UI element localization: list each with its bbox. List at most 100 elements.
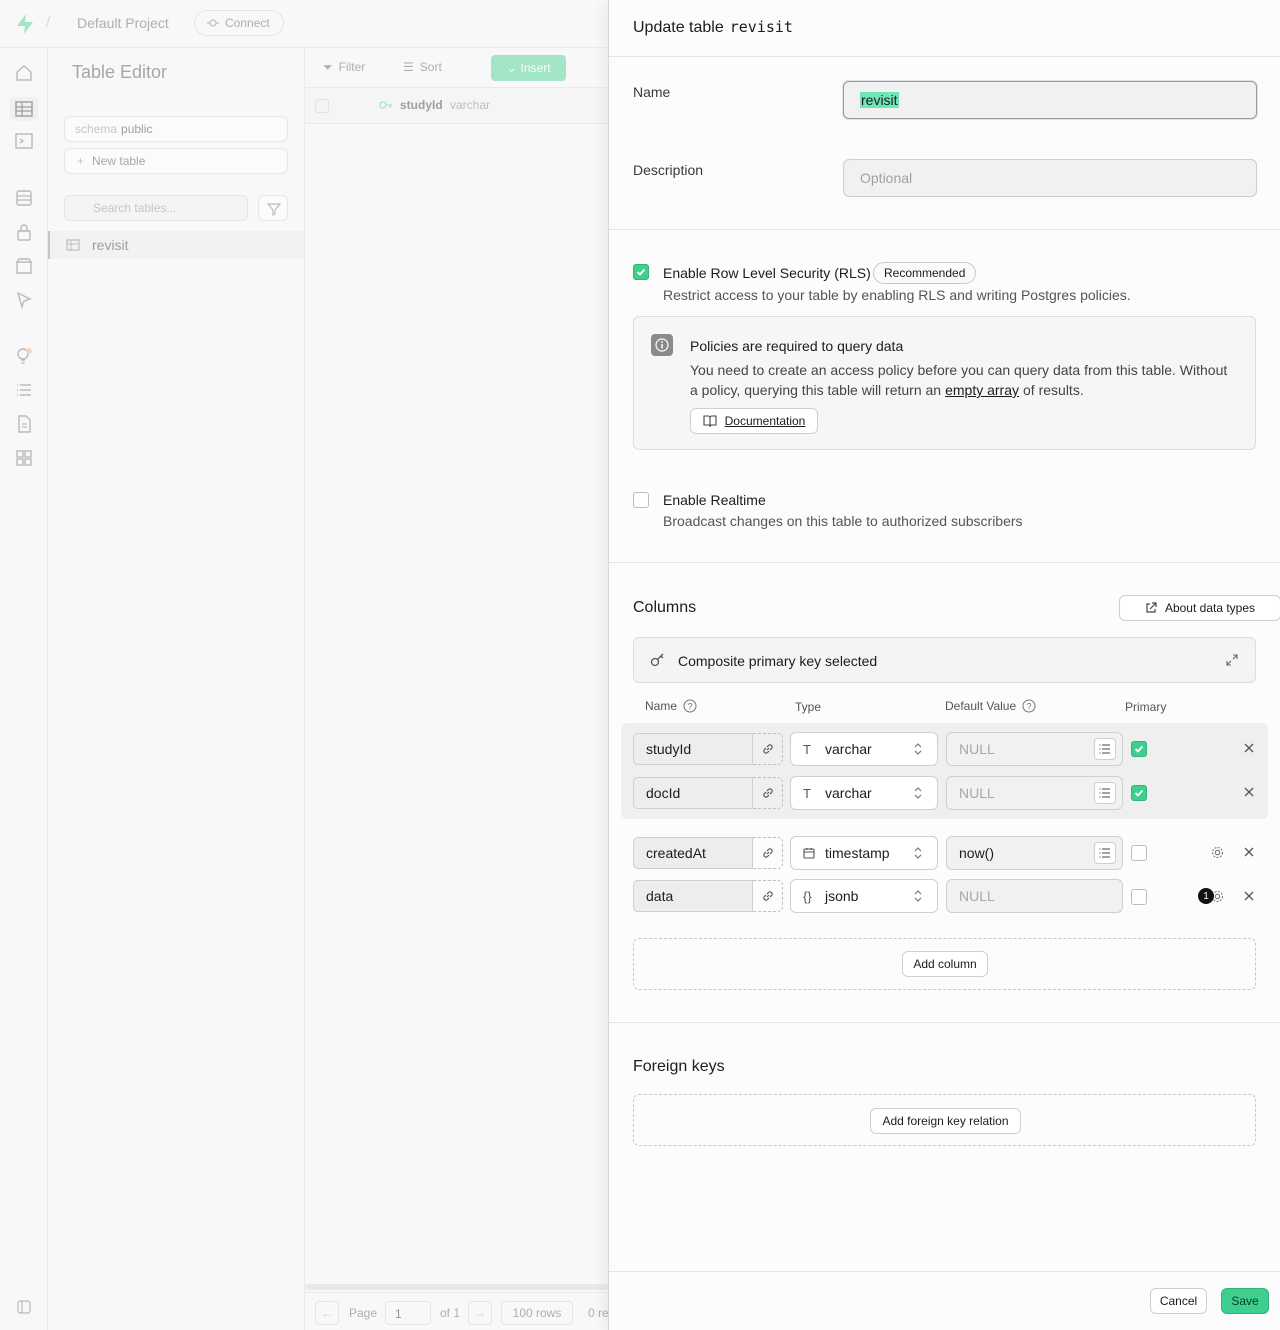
- column-name-input[interactable]: createdAt: [633, 837, 753, 869]
- new-table-button[interactable]: + New table: [64, 148, 288, 174]
- database-icon[interactable]: [14, 188, 34, 208]
- prev-page-icon[interactable]: ←: [315, 1301, 339, 1325]
- column-type-select[interactable]: T varchar: [790, 732, 938, 766]
- column-header-default: Default Value ?: [945, 699, 1036, 713]
- docs-icon[interactable]: [14, 414, 34, 434]
- add-column-button[interactable]: Add column: [902, 951, 988, 977]
- table-editor-icon[interactable]: [10, 97, 38, 121]
- column-type-select[interactable]: timestamp: [790, 836, 938, 870]
- composite-key-notice[interactable]: Composite primary key selected: [633, 637, 1256, 683]
- search-tables-input[interactable]: Search tables...: [64, 195, 248, 221]
- next-page-icon[interactable]: →: [468, 1301, 492, 1325]
- foreign-keys-title: Foreign keys: [633, 1058, 725, 1075]
- home-icon[interactable]: [14, 63, 34, 83]
- chevron-up-down-icon: [913, 846, 937, 860]
- filter-icon: ⏷: [323, 60, 333, 74]
- connect-button[interactable]: Connect: [194, 10, 284, 36]
- list-icon[interactable]: [1094, 842, 1116, 864]
- left-nav-rail: [0, 48, 48, 1330]
- select-all-checkbox[interactable]: [315, 99, 329, 113]
- default-value-input[interactable]: NULL: [946, 776, 1123, 810]
- sidebar-item-revisit[interactable]: revisit: [48, 231, 304, 259]
- foreign-key-link-icon[interactable]: [753, 880, 783, 912]
- check-icon: [1134, 745, 1144, 753]
- record-count-label: 0 re: [588, 1306, 609, 1320]
- insert-button[interactable]: ⌄ Insert: [491, 55, 566, 81]
- remove-column-icon[interactable]: [1243, 846, 1255, 858]
- filter-tables-button[interactable]: [258, 195, 288, 221]
- primary-key-checkbox[interactable]: [1131, 889, 1147, 905]
- page-number-input[interactable]: 1: [385, 1301, 431, 1325]
- realtime-checkbox[interactable]: [633, 492, 649, 508]
- documentation-button[interactable]: Documentation: [690, 408, 818, 434]
- logs-list-icon[interactable]: [14, 380, 34, 400]
- rows-per-page-select[interactable]: 100 rows: [501, 1301, 573, 1325]
- column-type-label: jsonb: [825, 888, 859, 904]
- schema-select[interactable]: schema public: [64, 116, 288, 142]
- foreign-key-link-icon[interactable]: [753, 837, 783, 869]
- cancel-button[interactable]: Cancel: [1150, 1288, 1207, 1314]
- documentation-label: Documentation: [724, 414, 806, 428]
- primary-key-checkbox[interactable]: [1131, 741, 1147, 757]
- description-input[interactable]: Optional: [843, 159, 1257, 197]
- column-header-name-label: Name: [645, 699, 678, 713]
- integrations-icon[interactable]: [14, 448, 34, 468]
- foreign-key-link-icon[interactable]: [753, 777, 783, 809]
- list-icon[interactable]: [1094, 738, 1116, 760]
- chevron-up-down-icon: [913, 786, 937, 800]
- book-icon: [703, 415, 717, 427]
- policy-notice-line2-prefix: a policy, querying this table will retur…: [690, 382, 942, 398]
- default-value-input[interactable]: NULL: [946, 879, 1123, 913]
- help-icon[interactable]: ?: [1022, 699, 1036, 713]
- save-button[interactable]: Save: [1221, 1288, 1269, 1314]
- external-link-icon: [1145, 602, 1157, 614]
- remove-column-icon[interactable]: [1243, 786, 1255, 798]
- default-value-input[interactable]: now(): [946, 836, 1123, 870]
- list-icon[interactable]: [1094, 782, 1116, 804]
- primary-key-checkbox[interactable]: [1131, 845, 1147, 861]
- collapse-sidebar-icon[interactable]: [17, 1300, 31, 1314]
- remove-column-icon[interactable]: [1243, 890, 1255, 902]
- horizontal-scrollbar[interactable]: [305, 1284, 608, 1290]
- check-icon: [636, 268, 646, 276]
- default-value-input[interactable]: NULL: [946, 732, 1123, 766]
- gear-icon[interactable]: [1210, 845, 1225, 860]
- connect-label: Connect: [225, 16, 270, 30]
- check-icon: [1134, 789, 1144, 797]
- chevron-down-icon: ⌄: [506, 61, 517, 75]
- info-icon: [651, 334, 673, 356]
- empty-array-link[interactable]: empty array: [945, 382, 1019, 398]
- expand-icon[interactable]: [1226, 654, 1238, 666]
- column-name-input[interactable]: docId: [633, 777, 753, 809]
- sort-button[interactable]: ☰ Sort: [403, 60, 442, 74]
- table-name-input[interactable]: revisit: [843, 81, 1257, 119]
- about-data-types-button[interactable]: About data types: [1119, 595, 1280, 621]
- storage-icon[interactable]: [14, 256, 34, 276]
- advisor-lightbulb-icon[interactable]: [14, 346, 34, 366]
- text-type-icon: T: [803, 741, 811, 757]
- column-name-input[interactable]: data: [633, 880, 753, 912]
- project-name[interactable]: Default Project: [77, 15, 169, 31]
- filter-button[interactable]: ⏷ Filter: [323, 60, 365, 75]
- table-editor-sidebar: Table Editor schema public + New table S…: [48, 48, 305, 1330]
- column-type-select[interactable]: T varchar: [790, 776, 938, 810]
- sql-editor-icon[interactable]: [14, 131, 34, 151]
- policy-notice-title: Policies are required to query data: [690, 338, 904, 354]
- panel-title-prefix: Update table: [633, 19, 724, 36]
- help-icon[interactable]: ?: [683, 699, 697, 713]
- rls-checkbox[interactable]: [633, 264, 649, 280]
- column-name-input[interactable]: studyId: [633, 733, 753, 765]
- description-placeholder: Optional: [860, 170, 913, 186]
- foreign-key-link-icon[interactable]: [753, 733, 783, 765]
- cursor-icon[interactable]: [14, 290, 34, 310]
- column-header-name[interactable]: studyId: [400, 98, 443, 112]
- supabase-logo-icon[interactable]: [16, 14, 34, 34]
- default-value: now(): [959, 845, 995, 861]
- primary-key-checkbox[interactable]: [1131, 785, 1147, 801]
- add-foreign-key-button[interactable]: Add foreign key relation: [870, 1108, 1021, 1134]
- remove-column-icon[interactable]: [1243, 742, 1255, 754]
- column-type-select[interactable]: {} jsonb: [790, 879, 938, 913]
- column-header-name: Name ?: [645, 699, 697, 713]
- default-value-placeholder: NULL: [959, 785, 995, 801]
- auth-lock-icon[interactable]: [14, 222, 34, 242]
